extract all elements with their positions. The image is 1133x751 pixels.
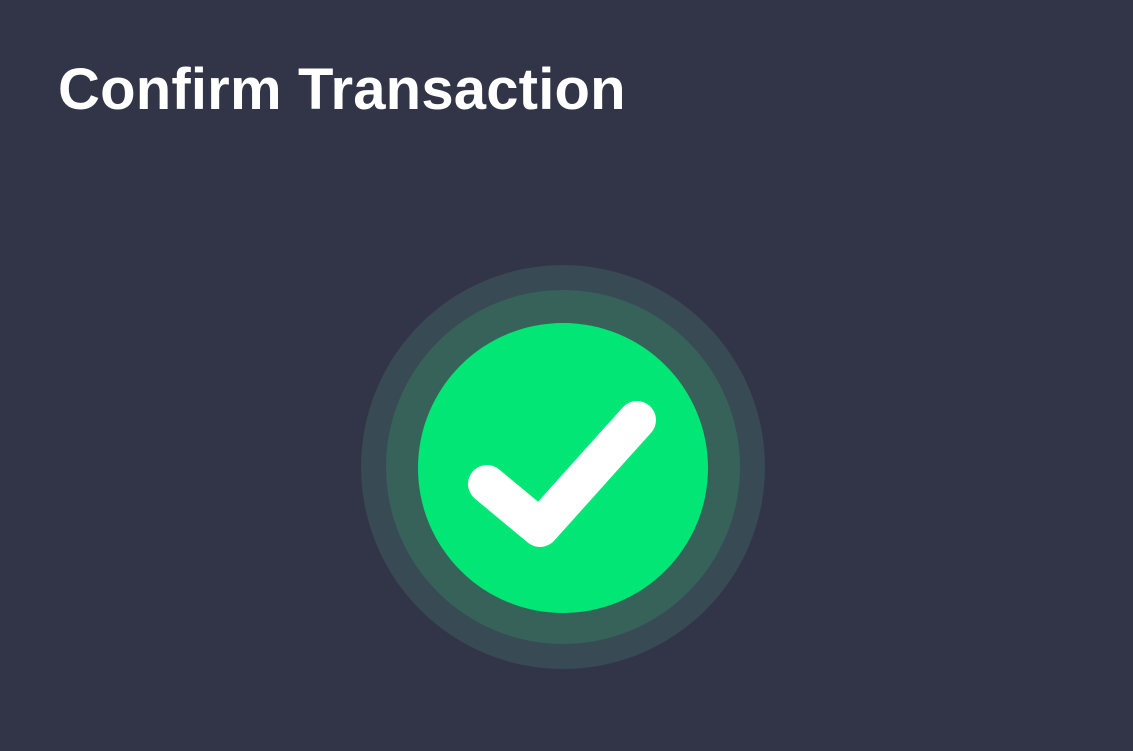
- page-title: Confirm Transaction: [58, 57, 626, 122]
- confirm-transaction-screen: Confirm Transaction: [0, 0, 1133, 751]
- success-status-indicator: [361, 265, 765, 669]
- checkmark-icon: [468, 401, 656, 547]
